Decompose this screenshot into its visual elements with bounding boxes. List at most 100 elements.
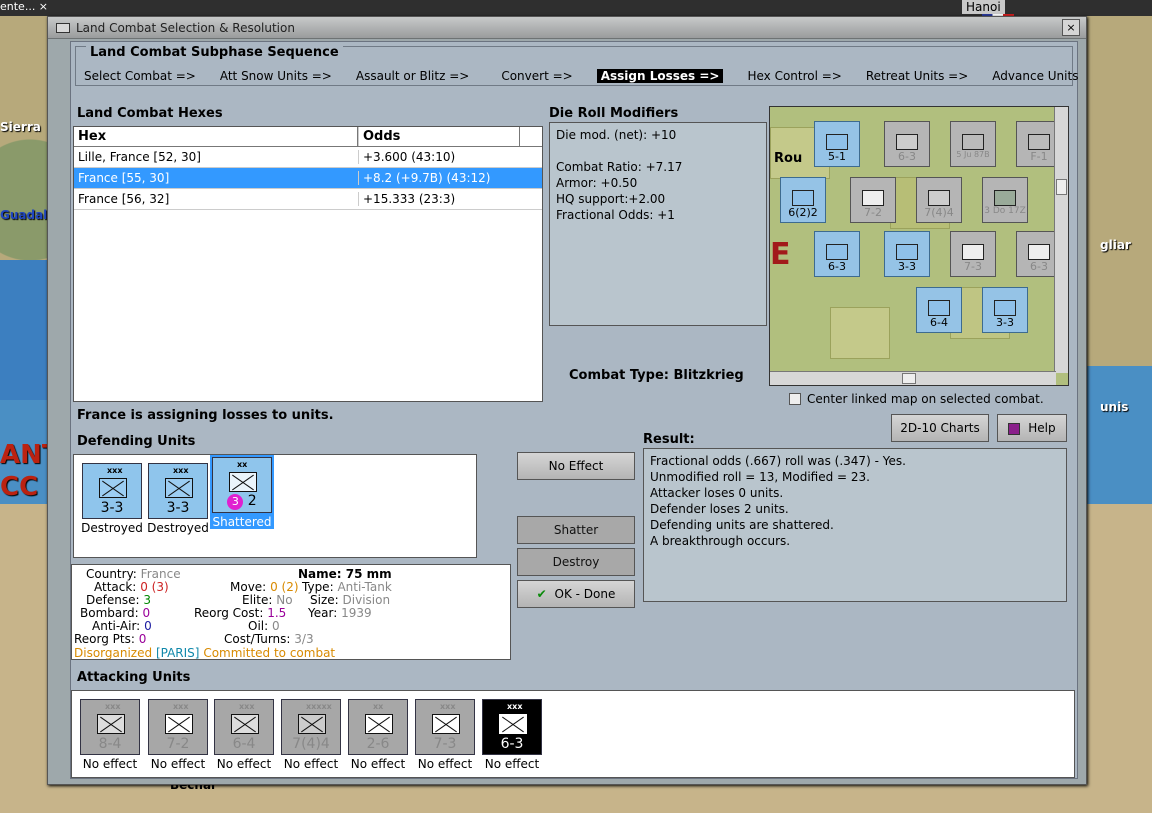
map-unit[interactable]: 7-2 <box>850 177 896 223</box>
drm-line: Armor: +0.50 <box>556 176 638 190</box>
unit-strength: 7(4)4 <box>924 206 954 219</box>
window-content: Land Combat Subphase Sequence Select Com… <box>70 41 1078 779</box>
map-unit[interactable]: 5-1 <box>814 121 860 167</box>
move-label: Move: <box>230 580 267 594</box>
map-label-unis: unis <box>1100 400 1129 414</box>
step-hex-control: Hex Control => <box>747 69 842 83</box>
oil-row: Oil: 0 <box>248 619 280 633</box>
unit-symbol <box>928 190 950 206</box>
unit-symbol <box>826 134 848 150</box>
reorg-pts-row: Reorg Pts: 0 <box>74 632 146 646</box>
attacking-unit[interactable]: xxx 6-3 No effect <box>480 699 544 771</box>
odds-cell: +3.600 (43:10) <box>358 150 520 164</box>
map-unit[interactable]: 3-3 <box>982 287 1028 333</box>
defending-unit[interactable]: xxx 3-3 Destroyed <box>80 463 144 535</box>
window-titlebar[interactable]: Land Combat Selection & Resolution × <box>48 17 1086 39</box>
checkbox-box[interactable] <box>789 393 801 405</box>
move-row: Move: 0 (2) <box>230 580 299 594</box>
country-label: Country: <box>86 567 137 581</box>
map-unit[interactable]: 6(2)2 <box>780 177 826 223</box>
unit-symbol <box>792 190 814 206</box>
unit-strength: 7-2 <box>166 736 190 752</box>
unit-status: Shattered <box>210 515 274 529</box>
charts-button[interactable]: 2D-10 Charts <box>891 414 989 442</box>
map-unit[interactable]: 3 Do 17Z <box>982 177 1028 223</box>
shatter-button[interactable]: Shatter <box>517 516 635 544</box>
hex-cell: Lille, France [52, 30] <box>78 150 201 164</box>
unit-strength: 6-4 <box>232 736 256 752</box>
scrollbar-thumb[interactable] <box>902 373 916 384</box>
ss-infantry-icon <box>499 714 527 734</box>
reorg-cost-label: Reorg Cost: <box>194 606 264 620</box>
move-value: 0 <box>270 580 278 594</box>
attack-label: Attack: <box>94 580 137 594</box>
table-row[interactable]: Lille, France [52, 30] +3.600 (43:10) <box>74 147 542 168</box>
unit-size: xx <box>237 460 248 469</box>
unit-symbol <box>896 244 918 260</box>
ok-done-button[interactable]: ✔ OK - Done <box>517 580 635 608</box>
unit-strength: 5-1 <box>828 150 846 163</box>
table-row[interactable]: France [56, 32] +15.333 (23:3) <box>74 189 542 210</box>
checkbox-label: Center linked map on selected combat. <box>807 392 1044 406</box>
attacking-unit[interactable]: xxxxx 7(4)4 No effect <box>279 699 343 771</box>
odds-cell: +8.2 (+9.7B) (43:12) <box>358 171 520 185</box>
map-unit[interactable]: 5 Ju 87B <box>950 121 996 167</box>
attacking-unit[interactable]: xxx 7-3 No effect <box>413 699 477 771</box>
close-button[interactable]: × <box>1062 19 1080 36</box>
destroy-button[interactable]: Destroy <box>517 548 635 576</box>
map-unit[interactable]: 7-3 <box>950 231 996 277</box>
map-label-rouen: Rou <box>774 151 803 166</box>
attacking-unit[interactable]: xx 2-6 No effect <box>346 699 410 771</box>
mountain-unit-icon <box>165 714 193 734</box>
unit-strength: 3 Do 17Z <box>984 206 1026 216</box>
unit-symbol <box>928 300 950 316</box>
unit-strength: 8-4 <box>98 736 122 752</box>
bombard-label: Bombard: <box>80 606 139 620</box>
defending-unit-selected[interactable]: xx 3 2 Shattered <box>210 455 274 529</box>
combat-type: Combat Type: Blitzkrieg <box>569 368 744 383</box>
elite-label: Elite: <box>242 593 273 607</box>
map-unit[interactable]: 3-3 <box>884 231 930 277</box>
unit-counter: xx 3 2 <box>210 455 274 515</box>
defending-unit[interactable]: xxx 3-3 Destroyed <box>146 463 210 535</box>
unit-counter: xxx 8-4 <box>80 699 140 755</box>
defending-units-title: Defending Units <box>77 434 196 449</box>
unit-counter: xx 2-6 <box>348 699 408 755</box>
map-unit[interactable]: 6-3 <box>814 231 860 277</box>
map-unit[interactable]: 6-3 <box>884 121 930 167</box>
unit-size: xx <box>373 702 384 711</box>
unit-strength: 3-3 <box>898 260 916 273</box>
scrollbar-thumb[interactable] <box>1056 179 1067 195</box>
combat-window: Land Combat Selection & Resolution × Lan… <box>47 16 1087 785</box>
column-header-hex[interactable]: Hex <box>74 127 358 146</box>
no-effect-button[interactable]: No Effect <box>517 452 635 480</box>
minimap-vertical-scrollbar[interactable] <box>1054 107 1068 373</box>
attacking-unit[interactable]: xxx 6-4 No effect <box>212 699 276 771</box>
map-unit[interactable]: 7(4)4 <box>916 177 962 223</box>
result-line: Fractional odds (.667) roll was (.347) -… <box>650 454 906 468</box>
reorg-pts-value: 0 <box>138 632 147 646</box>
result-line: Defending units are shattered. <box>650 518 834 532</box>
center-linked-map-checkbox[interactable]: Center linked map on selected combat. <box>789 392 1044 406</box>
help-label: Help <box>1028 421 1056 435</box>
unit-strength: 5 Ju 87B <box>956 150 990 159</box>
combat-hexes-table: Hex Odds Lille, France [52, 30] +3.600 (… <box>73 126 543 402</box>
step-retreat-units: Retreat Units => <box>865 69 969 83</box>
unit-counter: xxx 7-3 <box>415 699 475 755</box>
column-header-odds[interactable]: Odds <box>358 127 520 146</box>
subphase-sequence: Land Combat Subphase Sequence Select Com… <box>75 45 1078 86</box>
attacking-unit[interactable]: xxx 7-2 No effect <box>146 699 210 771</box>
help-button[interactable]: Help <box>997 414 1067 442</box>
table-row-selected[interactable]: France [55, 30] +8.2 (+9.7B) (43:12) <box>74 168 542 189</box>
unit-symbol <box>994 300 1016 316</box>
unit-symbol <box>994 190 1016 206</box>
elite-value: No <box>276 593 293 607</box>
drm-line: HQ support:+2.00 <box>556 192 666 206</box>
minimap-horizontal-scrollbar[interactable] <box>770 371 1056 385</box>
unit-status: No effect <box>216 757 272 771</box>
linked-minimap[interactable]: E Rou 5-1 6-3 5 Ju 87B F-1 6(2)2 7-2 7(4… <box>769 106 1069 386</box>
result-title: Result: <box>643 432 695 447</box>
map-unit[interactable]: 6-4 <box>916 287 962 333</box>
attacking-unit[interactable]: xxx 8-4 No effect <box>78 699 142 771</box>
country-value: France <box>140 567 181 581</box>
